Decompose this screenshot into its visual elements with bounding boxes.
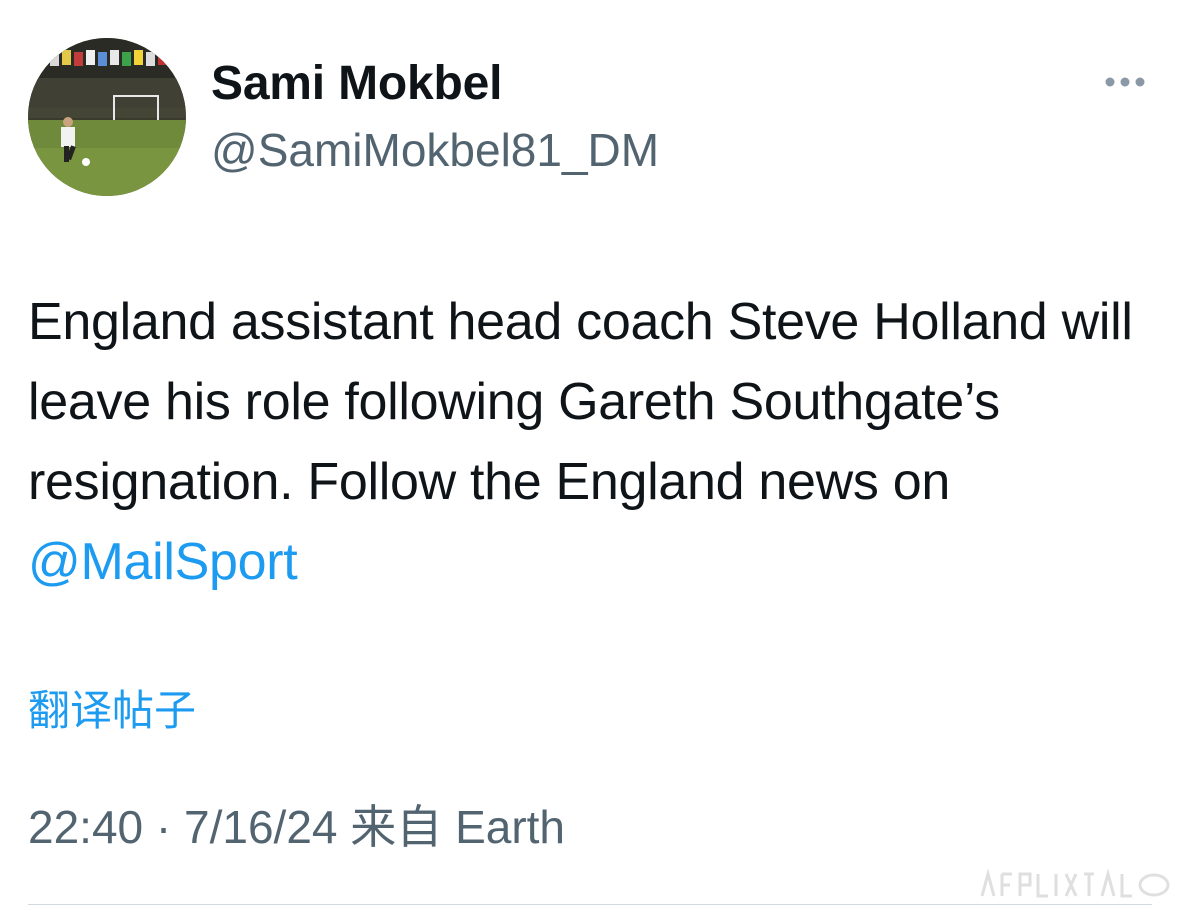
author-handle[interactable]: @SamiMokbel81_DM [211, 124, 659, 176]
tweet-detail-view: Sami Mokbel @SamiMokbel81_DM England ass… [0, 0, 1179, 916]
meta-separator: · [155, 801, 172, 853]
author-display-name[interactable]: Sami Mokbel [211, 58, 502, 110]
mention-link[interactable]: @MailSport [28, 533, 298, 591]
tweet-time[interactable]: 22:40 [28, 801, 143, 853]
divider [28, 904, 1152, 905]
avatar[interactable] [28, 38, 186, 196]
more-horizontal-icon [1105, 77, 1145, 87]
tweet-text-body: England assistant head coach Steve Holla… [28, 293, 1133, 511]
watermark-icon [980, 868, 1170, 898]
tweet-metadata: 22:40 · 7/16/24 来自 Earth [28, 798, 565, 856]
profile-photo-icon [28, 38, 186, 196]
tweet-source: Earth [455, 801, 566, 853]
source-prefix: 来自 [350, 801, 443, 853]
tweet-date[interactable]: 7/16/24 [184, 801, 337, 853]
translate-post-link[interactable]: 翻译帖子 [28, 684, 196, 738]
tweet-text: England assistant head coach Steve Holla… [28, 282, 1138, 602]
more-options-button[interactable] [1100, 70, 1150, 94]
watermark-logo [978, 868, 1174, 902]
